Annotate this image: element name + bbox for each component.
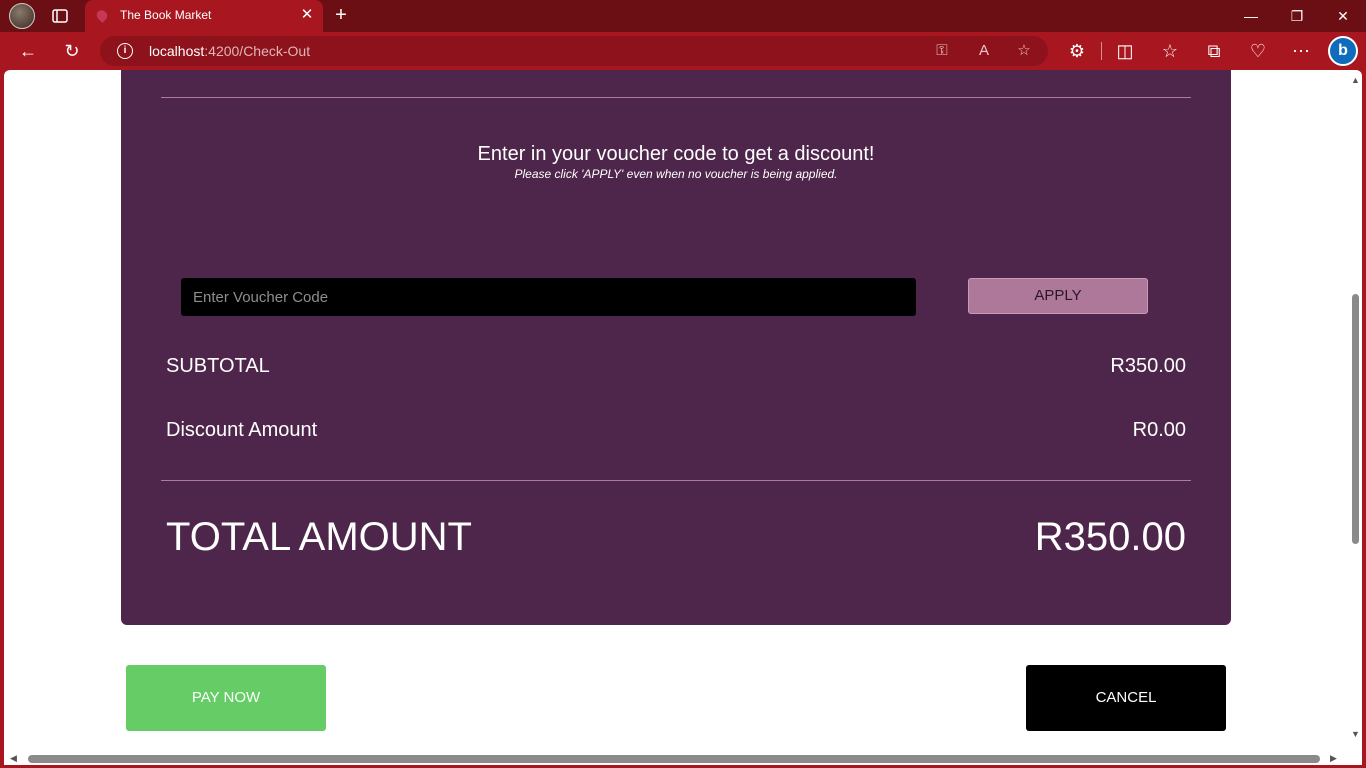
- scroll-down-icon[interactable]: ▼: [1351, 729, 1360, 739]
- discount-label: Discount Amount: [166, 419, 318, 441]
- close-tab-icon[interactable]: ✕: [299, 7, 315, 23]
- page-viewport: Enter in your voucher code to get a disc…: [4, 70, 1362, 765]
- subtotal-label: SUBTOTAL: [166, 355, 270, 377]
- address-bar[interactable]: i localhost:4200/Check-Out ⚿ A ☆: [100, 36, 1048, 66]
- profile-avatar[interactable]: [9, 3, 35, 29]
- minimize-icon[interactable]: —: [1239, 4, 1263, 28]
- total-amount-value: R350.00: [1034, 515, 1186, 559]
- read-aloud-icon[interactable]: A: [974, 41, 994, 61]
- vertical-scroll-thumb[interactable]: [1352, 294, 1359, 544]
- site-favicon-icon: [94, 8, 110, 23]
- horizontal-scrollbar[interactable]: ◀ ▶: [4, 751, 1348, 765]
- discount-value: R0.00: [1132, 419, 1186, 441]
- scroll-right-icon[interactable]: ▶: [1330, 753, 1337, 764]
- top-divider: [161, 97, 1191, 98]
- checkout-summary-card: Enter in your voucher code to get a disc…: [121, 70, 1231, 625]
- extensions-icon[interactable]: ⚙: [1066, 40, 1088, 62]
- scroll-left-icon[interactable]: ◀: [10, 753, 17, 764]
- voucher-code-input[interactable]: [181, 278, 916, 316]
- horizontal-scroll-thumb[interactable]: [28, 755, 1320, 763]
- vertical-scrollbar[interactable]: ▲ ▼: [1348, 70, 1362, 765]
- total-amount-label: TOTAL AMOUNT: [166, 515, 472, 559]
- scroll-up-icon[interactable]: ▲: [1351, 75, 1360, 85]
- browser-essentials-icon[interactable]: ♡: [1247, 40, 1269, 62]
- cancel-button[interactable]: CANCEL: [1026, 665, 1226, 731]
- back-icon[interactable]: ←: [17, 40, 39, 62]
- url-text[interactable]: localhost:4200/Check-Out: [149, 43, 310, 59]
- total-divider: [161, 480, 1191, 481]
- title-bar: The Book Market ✕ + — ❐ ✕: [0, 0, 1366, 32]
- new-tab-icon[interactable]: +: [332, 5, 350, 25]
- close-window-icon[interactable]: ✕: [1331, 4, 1355, 28]
- restore-icon[interactable]: ❐: [1285, 4, 1309, 28]
- voucher-subheading: Please click 'APPLY' even when no vouche…: [514, 167, 838, 181]
- split-screen-icon[interactable]: ◫: [1114, 40, 1136, 62]
- favorites-icon[interactable]: ☆: [1159, 40, 1181, 62]
- key-icon[interactable]: ⚿: [932, 41, 952, 61]
- collections-icon[interactable]: ⧉: [1203, 40, 1225, 62]
- apply-button[interactable]: APPLY: [968, 278, 1148, 314]
- url-path: :4200/Check-Out: [204, 43, 311, 59]
- tab-title: The Book Market: [120, 8, 212, 22]
- site-info-icon[interactable]: i: [117, 43, 133, 59]
- pay-now-button[interactable]: PAY NOW: [126, 665, 326, 731]
- toolbar-divider: [1101, 42, 1102, 60]
- navigation-bar: ← ↻ i localhost:4200/Check-Out ⚿ A ☆ ⚙ ◫…: [0, 32, 1366, 70]
- favorite-star-icon[interactable]: ☆: [1014, 41, 1034, 61]
- more-menu-icon[interactable]: ⋯: [1290, 40, 1312, 62]
- refresh-icon[interactable]: ↻: [61, 40, 83, 62]
- tab-actions-icon[interactable]: [50, 6, 70, 26]
- url-host: localhost: [149, 43, 205, 59]
- copilot-icon[interactable]: b: [1328, 36, 1358, 66]
- tab-the-book-market[interactable]: The Book Market ✕: [85, 0, 323, 32]
- voucher-heading: Enter in your voucher code to get a disc…: [477, 143, 875, 165]
- subtotal-value: R350.00: [1110, 355, 1186, 377]
